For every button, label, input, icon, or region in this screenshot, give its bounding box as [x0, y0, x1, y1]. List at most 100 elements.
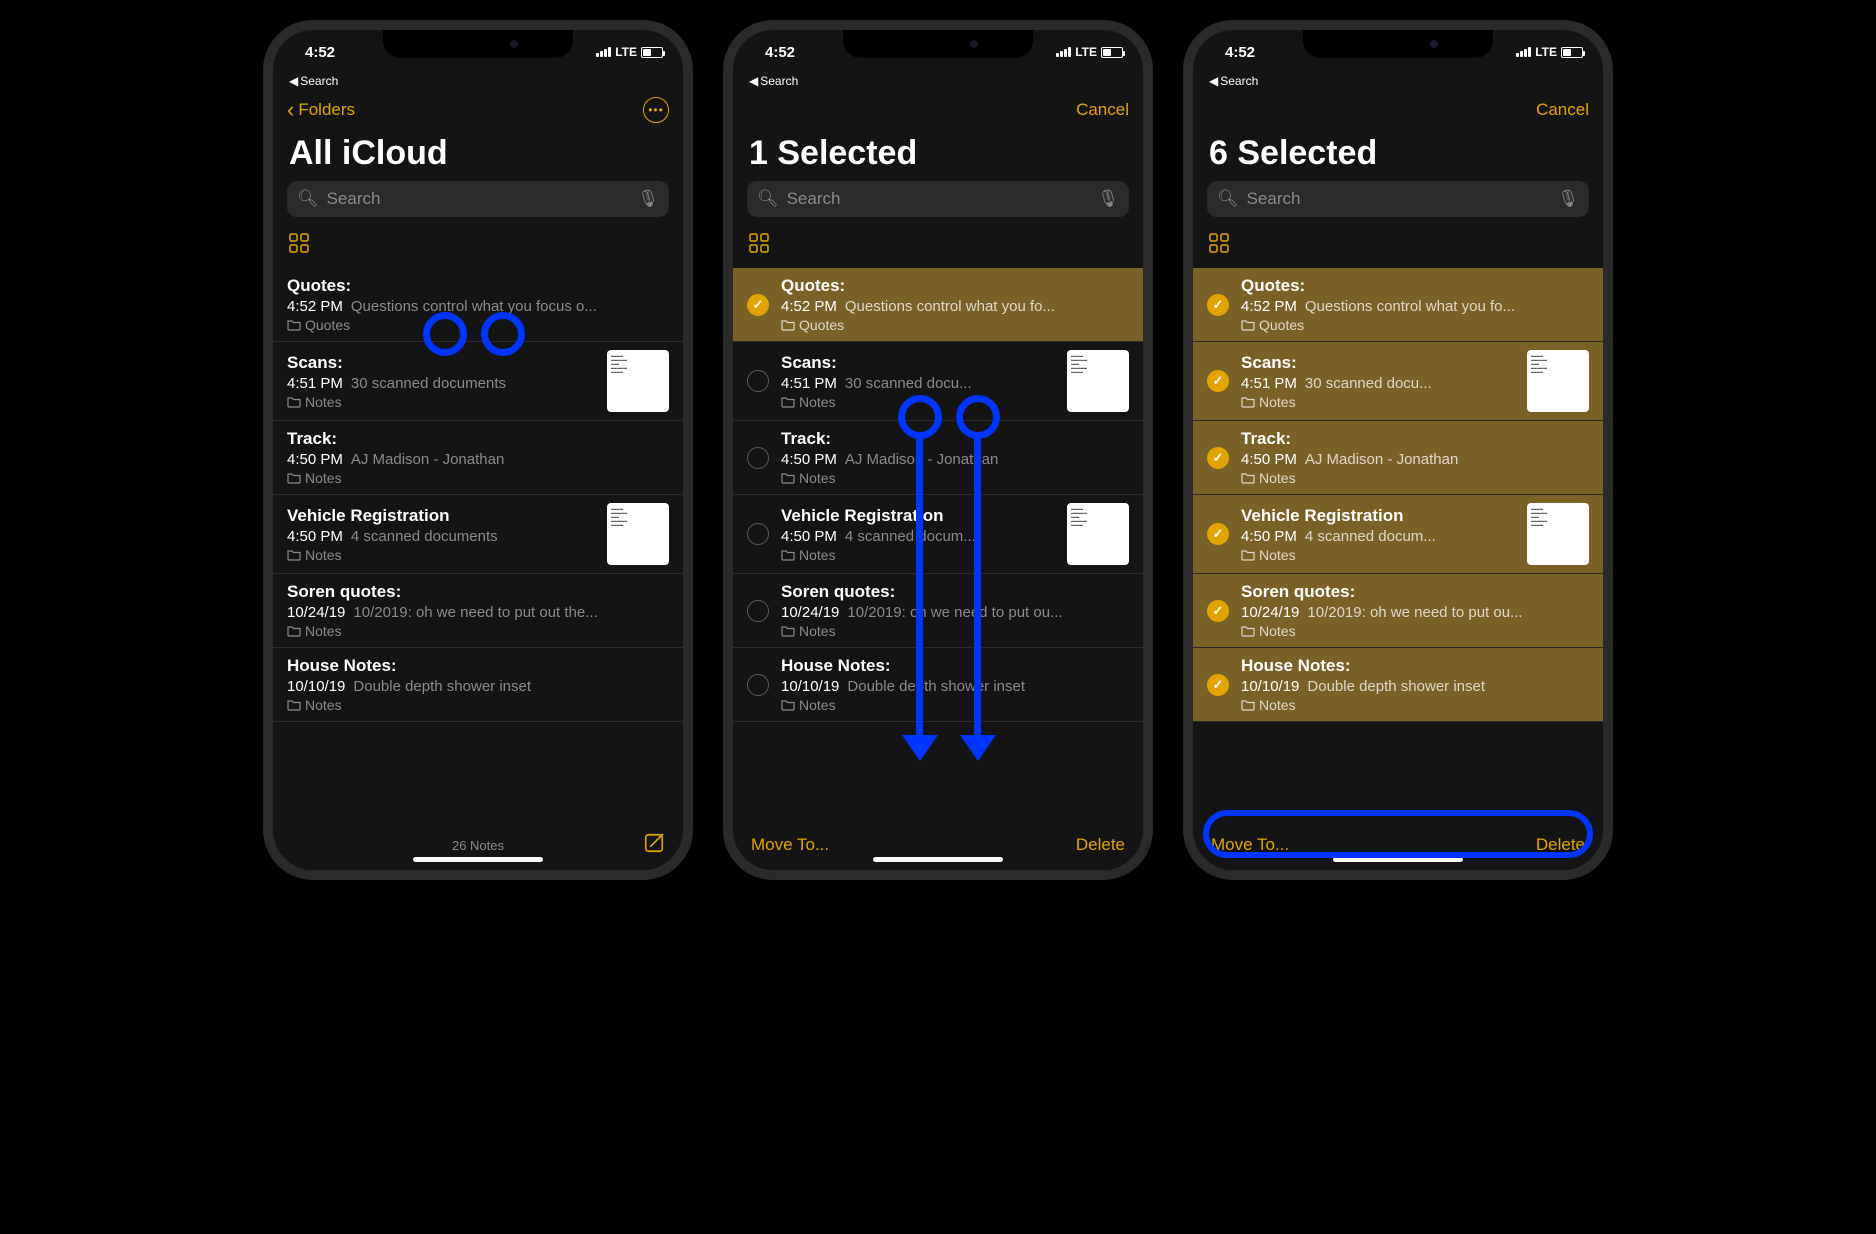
note-row[interactable]: Soren quotes: 10/24/1910/2019: oh we nee…: [273, 574, 683, 648]
note-folder: Notes: [1241, 623, 1589, 639]
selection-checkbox[interactable]: [747, 674, 769, 696]
note-preview: Questions control what you focus o...: [351, 298, 597, 315]
selection-checkbox[interactable]: ✓: [1207, 294, 1229, 316]
selection-checkbox[interactable]: [747, 370, 769, 392]
selection-checkbox[interactable]: ✓: [1207, 600, 1229, 622]
note-folder: Notes: [781, 623, 1129, 639]
note-timestamp: 10/10/19: [781, 678, 839, 695]
note-title: Soren quotes:: [1241, 582, 1589, 602]
back-button[interactable]: ‹ Folders: [287, 97, 355, 123]
note-timestamp: 4:50 PM: [781, 451, 837, 468]
move-to-button[interactable]: Move To...: [1211, 835, 1289, 855]
selection-checkbox[interactable]: ✓: [1207, 523, 1229, 545]
note-preview: 10/2019: oh we need to put ou...: [1307, 604, 1522, 621]
note-timestamp: 4:50 PM: [1241, 451, 1297, 468]
note-folder: Quotes: [781, 317, 1129, 333]
note-preview: Double depth shower inset: [353, 678, 531, 695]
home-indicator[interactable]: [413, 857, 543, 862]
note-preview: 30 scanned docu...: [1305, 375, 1432, 392]
note-title: Quotes:: [781, 276, 1129, 296]
notch: [843, 30, 1033, 58]
selection-checkbox[interactable]: ✓: [1207, 370, 1229, 392]
mic-icon[interactable]: 🎙︎: [1097, 189, 1119, 209]
note-row[interactable]: ✓ House Notes: 10/10/19Double depth show…: [1193, 648, 1603, 722]
toolbar: Move To... Delete: [1193, 820, 1603, 870]
compose-button[interactable]: [643, 832, 665, 859]
mic-icon[interactable]: 🎙︎: [1557, 189, 1579, 209]
note-row[interactable]: ✓ Quotes: 4:52 PMQuestions control what …: [1193, 268, 1603, 342]
note-row[interactable]: ✓ Quotes: 4:52 PMQuestions control what …: [733, 268, 1143, 342]
cancel-button[interactable]: Cancel: [1536, 100, 1589, 120]
phone-3: 4:52 LTE ◀ Search Cancel 6 Selected 🔍︎ S…: [1183, 20, 1613, 880]
mic-icon[interactable]: 🎙︎: [637, 189, 659, 209]
note-timestamp: 4:50 PM: [781, 528, 837, 545]
note-folder: Notes: [781, 547, 1055, 563]
battery-icon: [1561, 47, 1583, 58]
page-title: 1 Selected: [733, 132, 1143, 181]
note-timestamp: 10/10/19: [1241, 678, 1299, 695]
selection-checkbox[interactable]: ✓: [747, 294, 769, 316]
note-row[interactable]: Soren quotes: 10/24/1910/2019: oh we nee…: [733, 574, 1143, 648]
note-folder: Notes: [1241, 547, 1515, 563]
note-row[interactable]: Vehicle Registration 4:50 PM 4 scanned do…: [733, 495, 1143, 574]
note-timestamp: 4:52 PM: [287, 298, 343, 315]
note-title: Track:: [781, 429, 1129, 449]
selection-checkbox[interactable]: [747, 600, 769, 622]
move-to-button[interactable]: Move To...: [751, 835, 829, 855]
selection-checkbox[interactable]: [747, 523, 769, 545]
back-to-app[interactable]: ◀ Search: [273, 74, 683, 88]
note-preview: Double depth shower inset: [847, 678, 1025, 695]
home-indicator[interactable]: [873, 857, 1003, 862]
delete-button[interactable]: Delete: [1536, 835, 1585, 855]
note-row[interactable]: Track: 4:50 PMAJ Madison - Jonathan Note…: [273, 421, 683, 495]
selection-checkbox[interactable]: ✓: [1207, 447, 1229, 469]
home-indicator[interactable]: [1333, 857, 1463, 862]
note-row[interactable]: Vehicle Registration 4:50 PM4 scanned do…: [273, 495, 683, 574]
note-row[interactable]: ✓ Soren quotes: 10/24/1910/2019: oh we n…: [1193, 574, 1603, 648]
grid-view-button[interactable]: [273, 227, 683, 268]
delete-button[interactable]: Delete: [1076, 835, 1125, 855]
note-row[interactable]: Quotes: 4:52 PMQuestions control what yo…: [273, 268, 683, 342]
page-title: All iCloud: [273, 132, 683, 181]
search-input[interactable]: 🔍︎ Search 🎙︎: [1207, 181, 1589, 217]
search-input[interactable]: 🔍︎ Search 🎙︎: [287, 181, 669, 217]
search-icon: 🔍︎: [297, 189, 319, 209]
status-time: 4:52: [753, 44, 795, 61]
search-input[interactable]: 🔍︎ Search 🎙︎: [747, 181, 1129, 217]
note-row[interactable]: ✓ Vehicle Registration 4:50 PM4 scanned …: [1193, 495, 1603, 574]
selection-checkbox[interactable]: ✓: [1207, 674, 1229, 696]
note-row[interactable]: ✓ Track: 4:50 PMAJ Madison - Jonathan No…: [1193, 421, 1603, 495]
signal-icon: [1056, 47, 1071, 57]
note-preview: 4 scanned docum...: [845, 528, 976, 545]
note-folder: Notes: [781, 394, 1055, 410]
more-button[interactable]: •••: [643, 97, 669, 123]
note-thumbnail: ▬▬▬▬▬▬▬▬▬▬▬▬▬▬▬▬: [1527, 350, 1589, 412]
note-title: Vehicle Registration: [287, 506, 595, 526]
notes-list: ✓ Quotes: 4:52 PMQuestions control what …: [1193, 268, 1603, 820]
back-to-app[interactable]: ◀ Search: [733, 74, 1143, 88]
cancel-button[interactable]: Cancel: [1076, 100, 1129, 120]
phone-2: 4:52 LTE ◀ Search Cancel 1 Selected 🔍︎ S…: [723, 20, 1153, 880]
notes-list: Quotes: 4:52 PMQuestions control what yo…: [273, 268, 683, 820]
note-title: Vehicle Registration: [781, 506, 1055, 526]
note-row[interactable]: Scans: 4:51 PM30 scanned documents Notes…: [273, 342, 683, 421]
note-row[interactable]: House Notes: 10/10/19Double depth shower…: [273, 648, 683, 722]
note-row[interactable]: Scans: 4:51 PM30 scanned docu... Notes ▬…: [733, 342, 1143, 421]
note-row[interactable]: House Notes: 10/10/19Double depth shower…: [733, 648, 1143, 722]
note-row[interactable]: ✓ Scans: 4:51 PM30 scanned docu... Notes…: [1193, 342, 1603, 421]
note-preview: 10/2019: oh we need to put out the...: [353, 604, 597, 621]
note-preview: 30 scanned documents: [351, 375, 506, 392]
note-row[interactable]: Track: 4:50 PMAJ Madison - Jonathan Note…: [733, 421, 1143, 495]
grid-view-button[interactable]: [733, 227, 1143, 268]
carrier-label: LTE: [1535, 45, 1557, 59]
phone-1: 4:52 LTE ◀ Search ‹ Folders ••• All iClo…: [263, 20, 693, 880]
grid-view-button[interactable]: [1193, 227, 1603, 268]
notes-list: ✓ Quotes: 4:52 PMQuestions control what …: [733, 268, 1143, 820]
note-preview: AJ Madison - Jonathan: [351, 451, 504, 468]
note-title: Soren quotes:: [781, 582, 1129, 602]
chevron-left-icon: ‹: [287, 97, 294, 123]
back-to-app[interactable]: ◀ Search: [1193, 74, 1603, 88]
selection-checkbox[interactable]: [747, 447, 769, 469]
toolbar: Move To... Delete: [733, 820, 1143, 870]
note-title: House Notes:: [1241, 656, 1589, 676]
